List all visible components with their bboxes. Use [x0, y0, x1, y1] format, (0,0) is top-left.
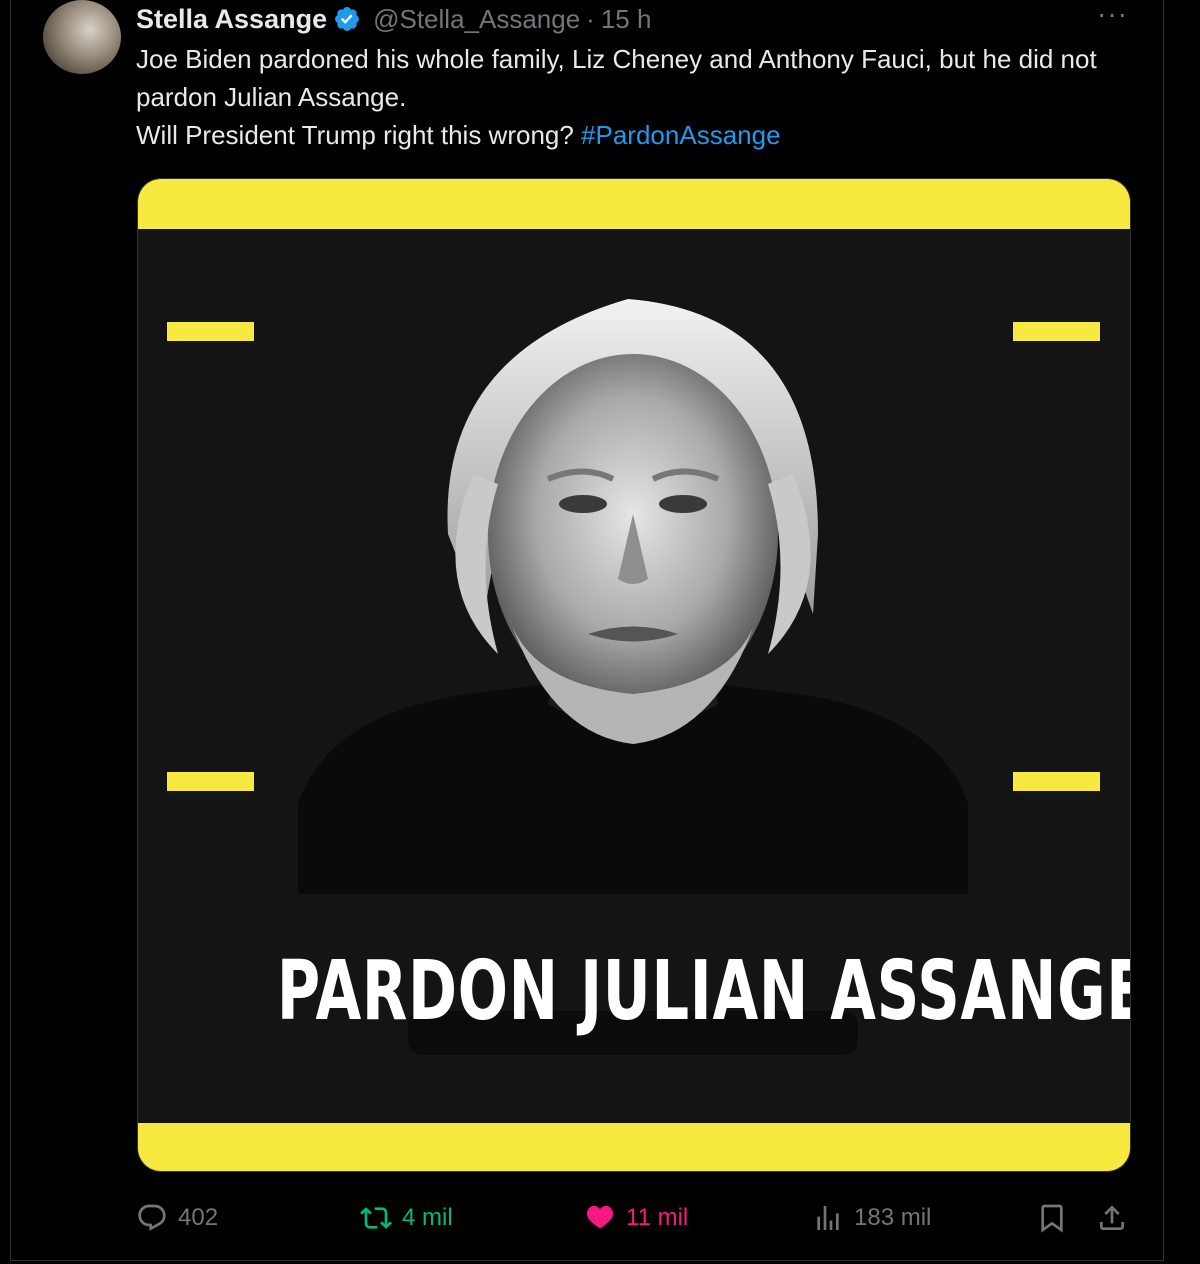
tweet-text-line: Joe Biden pardoned his whole family, Liz…	[136, 44, 1097, 112]
retweet-icon	[360, 1207, 392, 1229]
avatar[interactable]	[43, 0, 121, 74]
portrait-photo	[298, 299, 968, 894]
author-handle[interactable]: @Stella_Assange	[373, 4, 580, 35]
reply-icon	[138, 1204, 166, 1231]
like-button[interactable]: 11 mil	[584, 1196, 688, 1240]
reply-button[interactable]: 402	[136, 1196, 218, 1240]
yellow-band-bottom	[138, 1123, 1130, 1171]
reply-count: 402	[178, 1204, 219, 1231]
timestamp[interactable]: 15 h	[601, 4, 652, 35]
tweet-text: Joe Biden pardoned his whole family, Liz…	[136, 40, 1136, 154]
verified-badge-icon	[335, 7, 360, 31]
like-count: 11 mil	[626, 1204, 689, 1231]
bookmark-button[interactable]	[1036, 1196, 1068, 1240]
views-count: 183 mil	[854, 1204, 932, 1231]
more-options-icon[interactable]: ···	[1097, 0, 1128, 28]
retweet-count: 4 mil	[402, 1204, 453, 1231]
tweet-image[interactable]: PARDON JULIAN ASSANGE	[137, 178, 1131, 1172]
yellow-band-top	[138, 179, 1130, 229]
yellow-dash	[1013, 322, 1100, 341]
bookmark-icon	[1041, 1204, 1063, 1233]
poster-title: PARDON JULIAN ASSANGE	[276, 944, 1131, 1039]
yellow-dash	[1013, 772, 1100, 791]
action-bar: 402 4 mil 11 mil 183 mil	[136, 1196, 1136, 1240]
views-icon	[817, 1206, 839, 1230]
author-name[interactable]: Stella Assange	[136, 4, 327, 35]
views-button[interactable]: 183 mil	[812, 1196, 931, 1240]
retweet-button[interactable]: 4 mil	[360, 1196, 453, 1240]
heart-icon	[587, 1205, 613, 1229]
yellow-dash	[167, 772, 254, 791]
hashtag-link[interactable]: #PardonAssange	[581, 120, 780, 150]
separator-dot: ·	[586, 3, 595, 34]
tweet-text-line: Will President Trump right this wrong? #…	[136, 116, 1136, 154]
share-icon	[1100, 1205, 1124, 1230]
tweet-header: Stella Assange @Stella_Assange · 15 h	[136, 2, 651, 36]
share-button[interactable]	[1096, 1196, 1128, 1240]
yellow-dash	[167, 322, 254, 341]
tweet-text-question: Will President Trump right this wrong?	[136, 120, 582, 150]
